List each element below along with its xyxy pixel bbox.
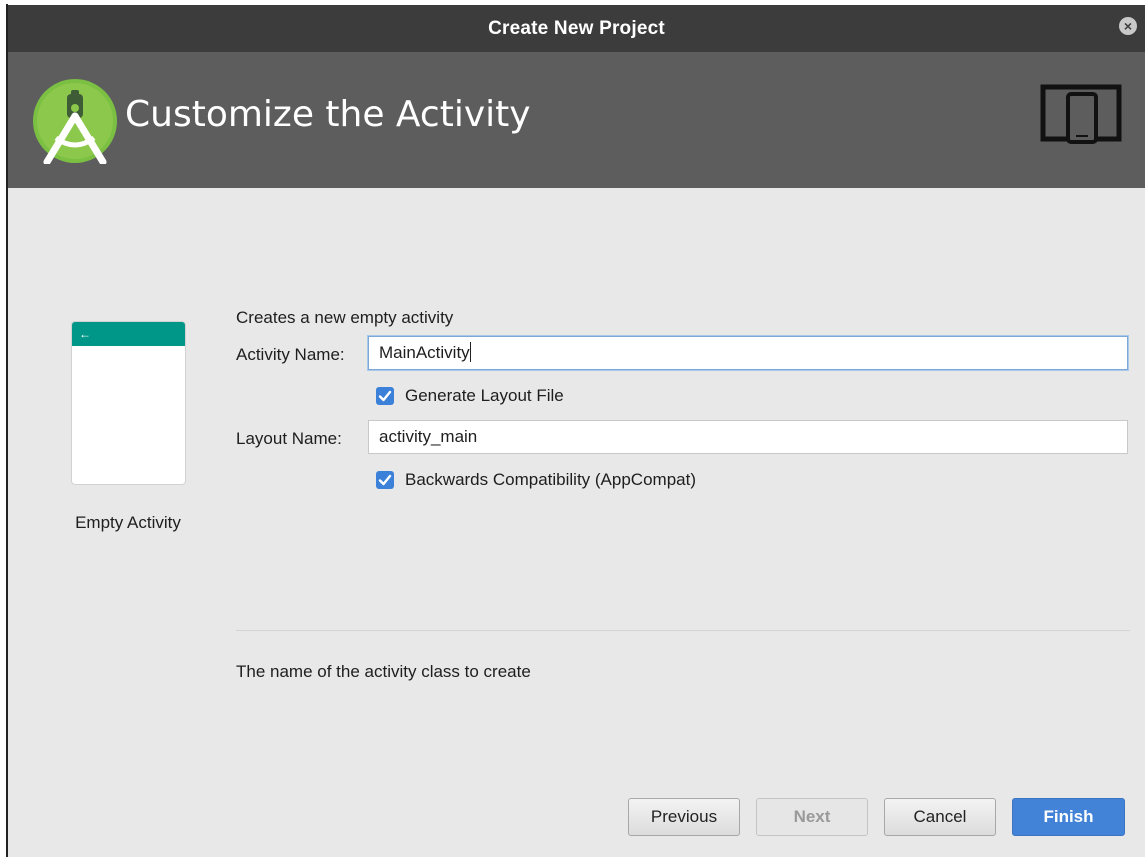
tablet-phone-icon bbox=[1040, 84, 1122, 149]
close-icon[interactable]: × bbox=[1119, 17, 1137, 35]
generate-layout-checkbox-row[interactable]: Generate Layout File bbox=[376, 386, 564, 406]
activity-name-label: Activity Name: bbox=[236, 345, 345, 364]
back-arrow-icon: ← bbox=[79, 327, 91, 341]
backwards-compat-checkbox-row[interactable]: Backwards Compatibility (AppCompat) bbox=[376, 470, 696, 490]
next-button[interactable]: Next bbox=[756, 798, 868, 836]
layout-name-field[interactable]: activity_main bbox=[368, 420, 1128, 454]
cancel-button[interactable]: Cancel bbox=[884, 798, 996, 836]
finish-button[interactable]: Finish bbox=[1012, 798, 1125, 836]
activity-name-value: MainActivity bbox=[379, 343, 470, 362]
checkmark-icon bbox=[378, 474, 392, 486]
layout-name-label: Layout Name: bbox=[236, 429, 342, 448]
backwards-compat-label: Backwards Compatibility (AppCompat) bbox=[405, 470, 696, 489]
template-label: Empty Activity bbox=[75, 513, 181, 532]
text-caret bbox=[469, 342, 471, 362]
wizard-header: Customize the Activity bbox=[8, 52, 1145, 188]
previous-button[interactable]: Previous bbox=[628, 798, 740, 836]
activity-description: Creates a new empty activity bbox=[236, 308, 454, 327]
layout-name-value: activity_main bbox=[379, 427, 478, 446]
create-project-dialog: Create New Project × Customize the Activ… bbox=[8, 5, 1145, 857]
window-title: Create New Project bbox=[488, 18, 665, 39]
android-studio-logo-icon bbox=[32, 78, 118, 169]
activity-name-field[interactable]: MainActivity bbox=[368, 336, 1128, 370]
title-bar[interactable]: Create New Project × bbox=[8, 5, 1145, 52]
checkmark-icon bbox=[378, 390, 392, 402]
backwards-compat-checkbox[interactable] bbox=[376, 471, 394, 489]
divider bbox=[236, 630, 1130, 631]
help-text: The name of the activity class to create bbox=[236, 662, 531, 681]
generate-layout-checkbox[interactable] bbox=[376, 387, 394, 405]
generate-layout-label: Generate Layout File bbox=[405, 386, 564, 405]
wizard-heading: Customize the Activity bbox=[125, 94, 531, 135]
activity-template-preview: ← bbox=[71, 321, 186, 485]
preview-app-bar: ← bbox=[72, 322, 185, 346]
